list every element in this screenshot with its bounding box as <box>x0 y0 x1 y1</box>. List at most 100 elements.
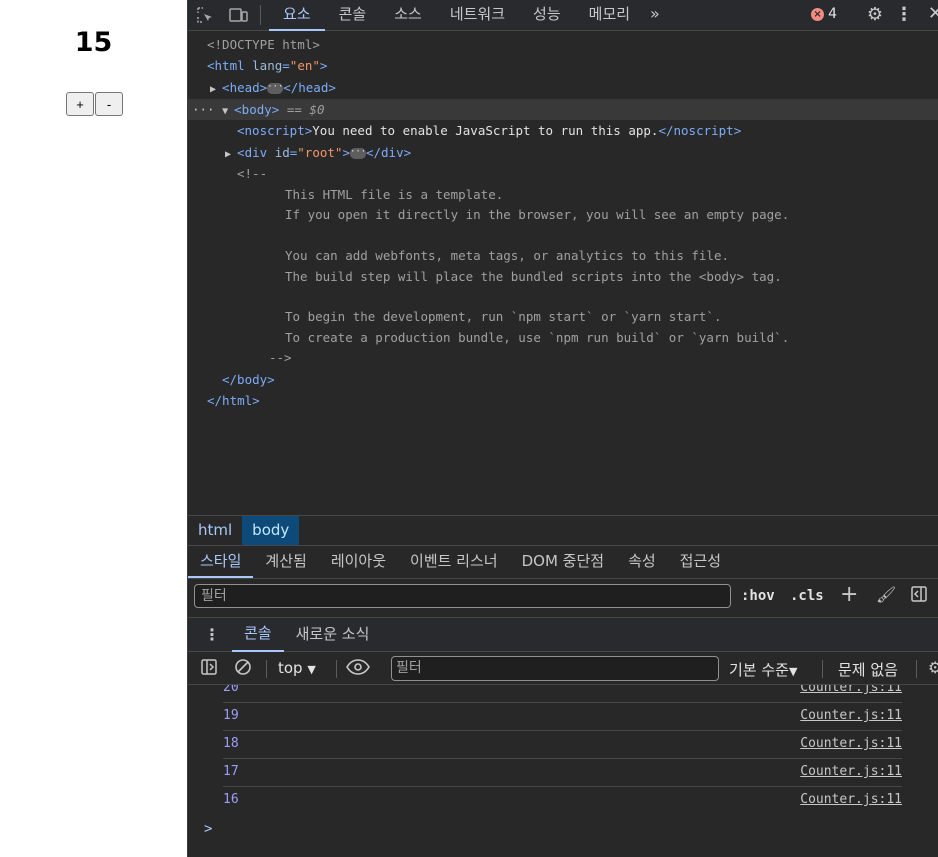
console-prompt-icon[interactable]: > <box>204 821 212 837</box>
log-source-link[interactable]: Counter.js:11 <box>800 792 902 807</box>
drawer-menu-icon[interactable]: ⋮ <box>188 625 232 644</box>
log-entry: 20 Counter.js:11 <box>223 685 902 703</box>
tab-sources[interactable]: 소스 <box>380 0 436 31</box>
log-entry: 17 Counter.js:11 <box>223 759 902 787</box>
close-devtools-icon[interactable]: ✕ <box>928 3 938 24</box>
console-sidebar-icon[interactable] <box>200 658 218 680</box>
tab-dom-breakpoints[interactable]: DOM 중단점 <box>510 546 616 578</box>
node-actions-icon[interactable]: ··· <box>192 102 222 117</box>
div-attr: id <box>274 145 290 160</box>
ellipsis-icon[interactable]: ··· <box>349 148 366 159</box>
div-tag-end: > <box>342 145 350 160</box>
drawer-tab-whats-new[interactable]: 새로운 소식 <box>284 618 382 651</box>
collapse-triangle-icon[interactable]: ▼ <box>222 106 234 117</box>
comment-open[interactable]: <!-- <box>237 163 267 184</box>
counter-value: 15 <box>74 27 113 58</box>
increment-button[interactable]: + <box>66 92 94 116</box>
tab-network[interactable]: 네트워크 <box>436 0 519 31</box>
device-toolbar-icon[interactable] <box>222 0 256 31</box>
html-attr-value: "en" <box>289 58 320 73</box>
div-close-tag: </div> <box>365 145 412 160</box>
toolbar-divider <box>822 660 823 678</box>
styles-filter-bar: 필터 :hov .cls + 🖌 <box>188 579 938 617</box>
cls-toggle[interactable]: .cls <box>790 588 824 604</box>
head-open-tag: <head> <box>222 80 268 95</box>
body-node[interactable]: ··· ▼ <body> == $0 <box>192 99 324 120</box>
body-close-tag[interactable]: </body> <box>222 369 275 390</box>
body-marker: == $0 <box>279 102 325 117</box>
breadcrumb-body[interactable]: body <box>242 516 300 545</box>
console-output: 20 Counter.js:11 19 Counter.js:11 18 Cou… <box>188 685 938 857</box>
toolbar-divider <box>266 660 267 678</box>
rendering-emulation-icon[interactable]: 🖌 <box>876 585 896 604</box>
error-icon: × <box>811 7 825 21</box>
comment-line: To begin the development, run `npm start… <box>285 309 722 324</box>
more-tabs-icon[interactable]: » <box>644 0 666 31</box>
head-node[interactable]: ▶ <head>···</head> <box>210 77 336 98</box>
toggle-sidebar-icon[interactable] <box>910 585 928 607</box>
log-source-link[interactable]: Counter.js:11 <box>800 736 902 751</box>
breadcrumb-html[interactable]: html <box>188 516 242 545</box>
expand-triangle-icon[interactable]: ▶ <box>210 84 222 95</box>
head-close-tag: </head> <box>283 80 336 95</box>
hov-toggle[interactable]: :hov <box>741 588 775 604</box>
log-source-link[interactable]: Counter.js:11 <box>800 708 902 723</box>
tab-accessibility[interactable]: 접근성 <box>668 546 733 578</box>
live-expression-eye-icon[interactable] <box>346 658 370 680</box>
div-attr-value: "root" <box>297 145 343 160</box>
log-entry: 16 Counter.js:11 <box>223 787 902 815</box>
tab-console[interactable]: 콘솔 <box>325 0 381 31</box>
toolbar-divider <box>916 660 917 678</box>
tab-elements[interactable]: 요소 <box>269 0 325 31</box>
tab-computed[interactable]: 계산됨 <box>253 546 318 578</box>
doctype-text: <!DOCTYPE html> <box>207 37 320 52</box>
tab-properties[interactable]: 속성 <box>616 546 668 578</box>
div-root-node[interactable]: ▶ <div id="root">···</div> <box>225 142 411 163</box>
devtools-panel: 요소 콘솔 소스 네트워크 성능 메모리 » × 4 ⚙ ⋮ ✕ <!DOCTY… <box>187 0 938 857</box>
comment-line: If you open it directly in the browser, … <box>285 207 790 222</box>
comment-line: This HTML file is a template. <box>285 187 504 202</box>
comment-line: To create a production bundle, use `npm … <box>285 330 790 345</box>
log-source-link[interactable]: Counter.js:11 <box>800 685 902 695</box>
noscript-close-tag: </noscript> <box>658 123 742 138</box>
styles-tabs: 스타일 계산됨 레이아웃 이벤트 리스너 DOM 중단점 속성 접근성 <box>188 546 938 579</box>
new-style-rule-icon[interactable]: + <box>840 582 858 607</box>
console-filter-input[interactable]: 필터 <box>391 656 719 681</box>
console-settings-gear-icon[interactable]: ⚙ <box>928 658 938 677</box>
log-level-label: 기본 수준 <box>729 661 789 679</box>
expand-triangle-icon[interactable]: ▶ <box>225 149 237 160</box>
breadcrumb: html body <box>188 515 938 546</box>
drawer-tab-console[interactable]: 콘솔 <box>232 617 284 652</box>
comment-close: --> <box>269 350 292 365</box>
error-counter[interactable]: × 4 <box>811 6 837 22</box>
clear-console-icon[interactable] <box>234 658 252 680</box>
issues-counter[interactable]: 문제 없음 <box>838 659 898 680</box>
html-node[interactable]: <html lang="en"> <box>207 55 327 76</box>
comment-line: You can add webfonts, meta tags, or anal… <box>285 248 730 263</box>
chevron-down-icon: ▼ <box>788 665 798 678</box>
customize-menu-icon[interactable]: ⋮ <box>895 4 913 25</box>
tab-layout[interactable]: 레이아웃 <box>319 546 398 578</box>
log-level-dropdown[interactable]: 기본 수준▼ <box>729 659 797 680</box>
styles-filter-input[interactable]: 필터 <box>194 584 731 608</box>
context-selector[interactable]: top ▼ <box>278 659 316 677</box>
doctype-node[interactable]: <!DOCTYPE html> <box>207 34 320 55</box>
html-close-tag[interactable]: </html> <box>207 390 260 411</box>
inspect-element-icon[interactable] <box>188 0 222 31</box>
decrement-button[interactable]: - <box>95 92 123 116</box>
tab-performance[interactable]: 성능 <box>519 0 575 31</box>
log-source-link[interactable]: Counter.js:11 <box>800 764 902 779</box>
tab-memory[interactable]: 메모리 <box>575 0 644 31</box>
dom-tree: <!DOCTYPE html> <html lang="en"> ▶ <head… <box>188 31 938 515</box>
html-attr-eq: = <box>282 58 290 73</box>
noscript-node[interactable]: <noscript>You need to enable JavaScript … <box>237 120 741 141</box>
log-value: 18 <box>223 736 239 751</box>
ellipsis-icon[interactable]: ··· <box>267 83 283 94</box>
comment-line: The build step will place the bundled sc… <box>285 269 782 284</box>
devtools-toolbar: 요소 콘솔 소스 네트워크 성능 메모리 » × 4 ⚙ ⋮ ✕ <box>188 0 938 31</box>
tab-styles[interactable]: 스타일 <box>188 546 254 578</box>
log-value: 20 <box>223 685 239 695</box>
app-preview: 15 + - <box>0 0 187 857</box>
settings-gear-icon[interactable]: ⚙ <box>867 4 883 25</box>
tab-event-listeners[interactable]: 이벤트 리스너 <box>398 546 510 578</box>
